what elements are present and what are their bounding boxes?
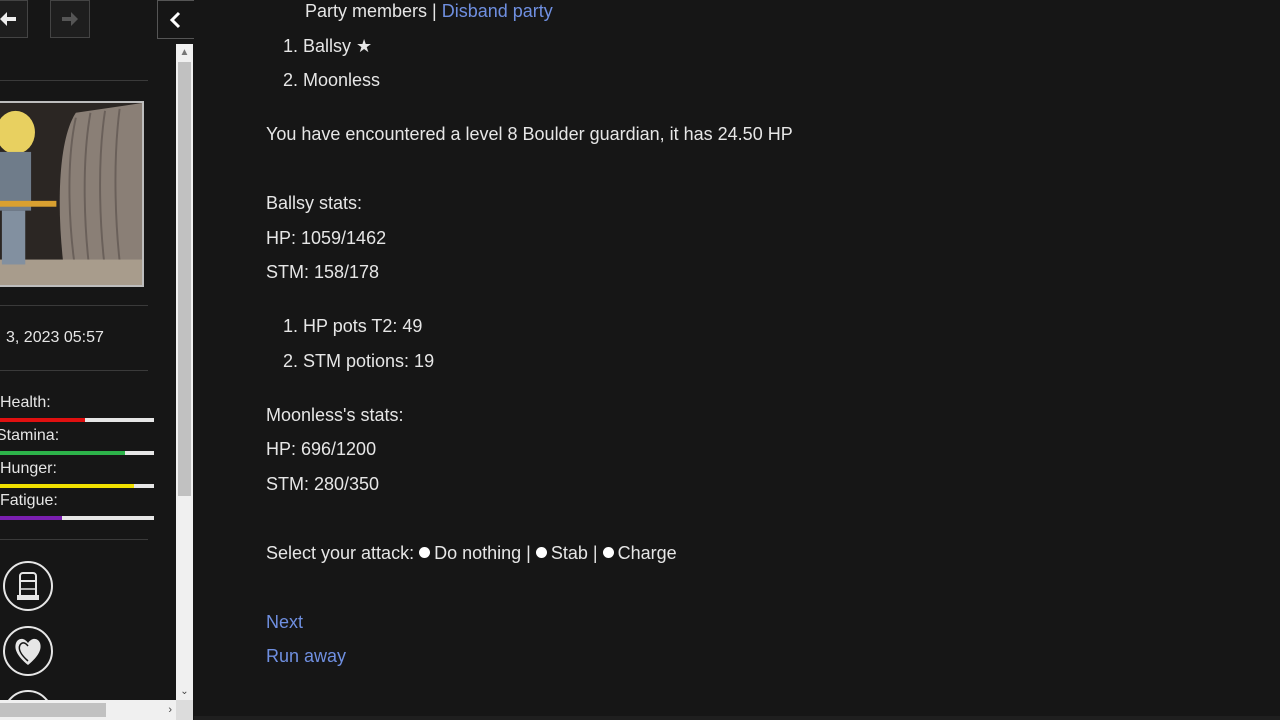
arrow-left-icon	[0, 12, 16, 26]
potion-item: 1. HP pots T2: 49	[283, 316, 423, 336]
fatigue-label: Fatigue:	[0, 492, 58, 509]
ballsy-stm: STM: 158/178	[266, 262, 380, 282]
run-away-link[interactable]: Run away	[266, 646, 346, 667]
chevron-left-icon	[169, 11, 181, 28]
sidebar-vertical-scrollbar[interactable]: ▲ ⌄	[176, 44, 193, 700]
party-header-label: Party members |	[305, 1, 442, 21]
scrollbar-corner	[176, 700, 193, 720]
forward-button[interactable]	[50, 0, 90, 38]
separator: |	[521, 543, 536, 563]
party-member: 1. Ballsy ★	[283, 36, 373, 56]
window-bottom-edge	[194, 716, 1280, 720]
hunger-label: Hunger:	[0, 460, 57, 477]
attack-option-do-nothing[interactable]: Do nothing	[434, 543, 521, 563]
scroll-up-arrow-icon[interactable]: ▲	[176, 44, 193, 61]
heart-icon	[15, 638, 41, 665]
moonless-stm: STM: 280/350	[266, 474, 380, 494]
backpack-icon	[17, 572, 39, 600]
divider	[0, 539, 148, 540]
sidebar: 3, 2023 05:57 Health: Stamina: Hunger: F…	[0, 0, 176, 720]
ballsy-hp: HP: 1059/1462	[266, 228, 387, 248]
separator: |	[587, 543, 603, 563]
disband-party-link[interactable]: Disband party	[442, 1, 553, 21]
divider	[0, 305, 148, 306]
scroll-right-arrow-icon[interactable]: ›	[168, 700, 172, 720]
back-button[interactable]	[0, 0, 28, 38]
scroll-down-arrow-icon[interactable]: ⌄	[176, 683, 193, 700]
divider	[0, 80, 148, 81]
health-bar	[0, 418, 154, 422]
attack-radio-charge[interactable]	[602, 547, 614, 558]
game-datetime: 3, 2023 05:57	[6, 329, 104, 346]
attack-selector: Select your attack: Do nothing | Stab | …	[266, 543, 677, 564]
attack-label: Select your attack:	[266, 543, 415, 563]
moonless-hp: HP: 696/1200	[266, 439, 377, 459]
stamina-label: Stamina:	[0, 427, 60, 444]
next-link[interactable]: Next	[266, 612, 303, 633]
attack-radio-do-nothing[interactable]	[419, 547, 431, 558]
attack-option-stab[interactable]: Stab	[551, 543, 588, 563]
inventory-button[interactable]	[3, 561, 53, 611]
scrollbar-thumb[interactable]	[178, 62, 191, 496]
attack-option-charge[interactable]: Charge	[618, 543, 677, 563]
sidebar-horizontal-scrollbar[interactable]: ›	[0, 700, 176, 720]
potion-item: 2. STM potions: 19	[283, 351, 435, 371]
stamina-bar	[0, 451, 154, 455]
collapse-sidebar-button[interactable]	[157, 0, 195, 39]
fatigue-bar	[0, 516, 154, 520]
health-label: Health:	[0, 394, 51, 411]
hunger-bar	[0, 484, 154, 488]
attack-radio-stab[interactable]	[535, 547, 547, 558]
scrollbar-thumb[interactable]	[0, 703, 106, 717]
battle-panel: Party members | Disband party 1. Ballsy …	[194, 0, 1280, 720]
encounter-message: You have encountered a level 8 Boulder g…	[266, 124, 793, 144]
character-portrait	[0, 101, 144, 287]
party-header: Party members | Disband party	[305, 1, 553, 22]
party-member: 2. Moonless	[283, 70, 381, 90]
moonless-stats-title: Moonless's stats:	[266, 405, 404, 425]
health-button[interactable]	[3, 626, 53, 676]
divider	[0, 370, 148, 371]
arrow-right-icon	[62, 12, 78, 26]
ballsy-stats-title: Ballsy stats:	[266, 193, 363, 213]
